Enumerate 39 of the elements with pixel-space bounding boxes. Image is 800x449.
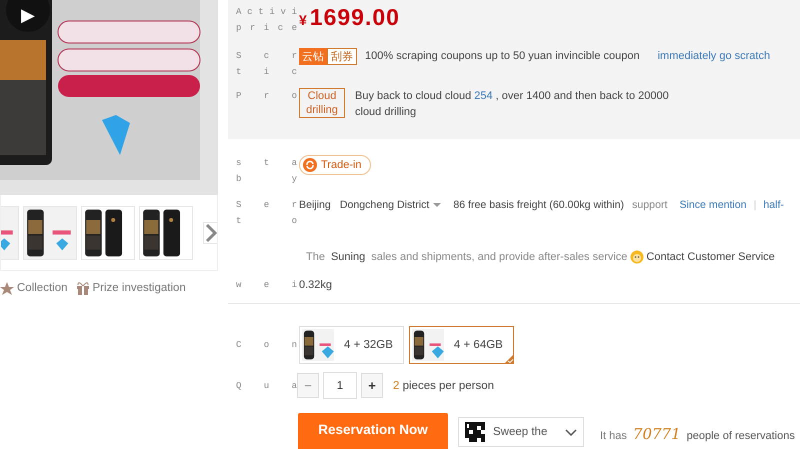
field-label: P r o [236, 90, 297, 103]
separator: | [754, 198, 756, 214]
variant-option[interactable]: 4 + 64GB [408, 326, 514, 364]
field-label: Q u a [236, 380, 297, 392]
count-label: It has [600, 430, 627, 442]
trade-in-badge[interactable]: Trade-in [299, 155, 371, 176]
field-label: C o n [236, 339, 297, 352]
coupon-badge: 云钻 [299, 48, 327, 65]
action-link[interactable]: Collection [17, 282, 68, 294]
district-dropdown[interactable]: Dongcheng District [340, 197, 430, 214]
promo-text: Buy back to cloud cloud 254 , over 1400 and then back to 20000 cloud drilling [355, 89, 670, 120]
field-label: s t a b y [236, 157, 297, 186]
quantity-field[interactable]: 1 [323, 372, 357, 399]
variant-option[interactable]: 4 + 32GB [299, 326, 404, 364]
field-label: S c r t i c [236, 50, 297, 79]
contact-link[interactable]: Contact Customer Service [646, 249, 775, 266]
promo-tag: Cloud drilling [299, 88, 345, 118]
field-label: A c t i v i p r i c e [236, 6, 297, 35]
price: ¥1699.00 [299, 4, 400, 31]
coupon-badge: 刮券 [327, 48, 357, 65]
action-link[interactable]: Prize investigation [92, 282, 186, 294]
support-label: support [632, 198, 668, 214]
seller-text: The [306, 250, 325, 266]
qr-dropdown[interactable]: Sweep the [458, 417, 584, 447]
delivery-link[interactable]: half- [763, 197, 784, 214]
coupon-text: 100% scraping coupons up to 50 yuan invincible coupon [365, 49, 640, 64]
freight-text: 86 free basis freight (60.00kg within) [453, 198, 624, 214]
plus-button[interactable]: + [361, 373, 383, 398]
city[interactable]: Beijing [299, 197, 331, 214]
limit-text: 2 pieces per person [393, 380, 494, 392]
field-label: w e i [236, 279, 297, 292]
weight-value: 0.32kg [299, 278, 332, 294]
seller-text: sales and shipments, and provide after-sales service [371, 250, 628, 266]
scratch-link[interactable]: immediately go scratch [658, 48, 770, 64]
reservation-count: 70771 [632, 425, 681, 443]
delivery-link[interactable]: Since mention [679, 197, 747, 214]
field-label: S e r t o [236, 199, 297, 228]
seller-name: Suning [330, 250, 366, 266]
count-label: people of reservations [686, 430, 795, 442]
